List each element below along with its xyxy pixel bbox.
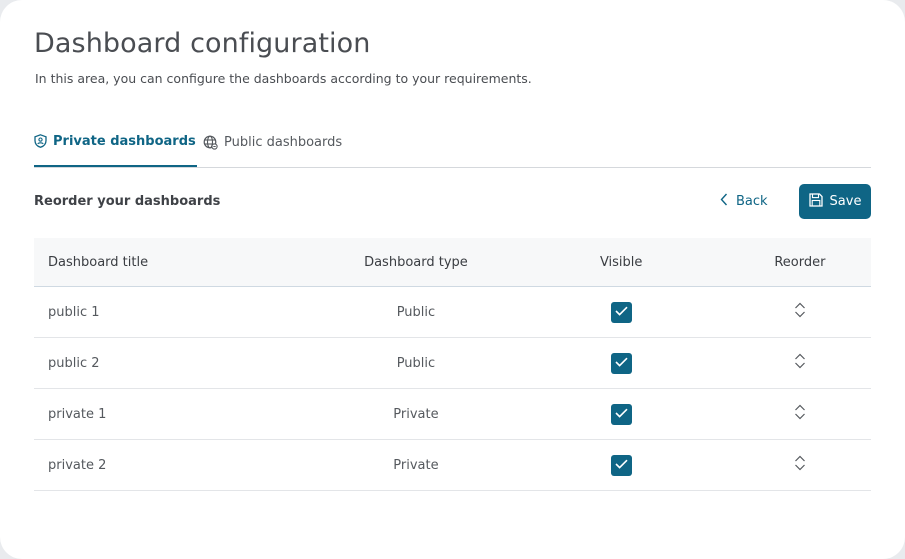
visible-checkbox[interactable]	[610, 301, 632, 323]
dashboard-type-cell: Public	[318, 286, 514, 338]
table-row: public 1 Public	[34, 286, 871, 338]
visible-cell	[513, 286, 729, 338]
tab-private-dashboards[interactable]: Private dashboards	[34, 125, 197, 167]
checkmark-icon	[615, 458, 628, 473]
table-row: public 2 Public	[34, 337, 871, 389]
checkmark-icon	[615, 305, 628, 320]
floppy-disk-icon	[808, 192, 823, 211]
section-title: Reorder your dashboards	[34, 194, 221, 209]
page-subtitle: In this area, you can configure the dash…	[35, 71, 532, 86]
column-header-reorder: Reorder	[728, 238, 871, 287]
tab-public-dashboards[interactable]: Public dashboards	[203, 125, 342, 167]
globe-icon	[203, 135, 218, 150]
visible-checkbox[interactable]	[610, 454, 632, 476]
dashboard-title-cell: public 2	[34, 337, 319, 389]
reorder-cell	[728, 439, 871, 491]
column-header-visible: Visible	[513, 238, 729, 287]
shield-user-icon	[34, 134, 47, 148]
dashboard-type-cell: Public	[318, 337, 514, 389]
save-button[interactable]: Save	[799, 184, 871, 219]
visible-cell	[513, 439, 729, 491]
checkmark-icon	[615, 356, 628, 371]
table-row: private 2 Private	[34, 439, 871, 491]
dashboard-title-cell: public 1	[34, 286, 319, 338]
checkmark-icon	[615, 407, 628, 422]
tab-bar: Private dashboards Public dashboards	[34, 125, 871, 168]
visible-cell	[513, 388, 729, 440]
reorder-handle[interactable]	[794, 455, 806, 475]
tab-public-label: Public dashboards	[224, 134, 343, 150]
reorder-handle[interactable]	[794, 353, 806, 373]
chevron-left-icon	[720, 193, 728, 210]
dashboard-title-cell: private 2	[34, 439, 319, 491]
reorder-handle[interactable]	[794, 302, 806, 322]
visible-cell	[513, 337, 729, 389]
visible-checkbox[interactable]	[610, 352, 632, 374]
table-header-row: Dashboard title Dashboard type Visible R…	[34, 238, 871, 287]
chevron-up-down-icon	[794, 302, 806, 322]
dashboard-type-cell: Private	[318, 439, 514, 491]
page-title: Dashboard configuration	[34, 28, 371, 59]
reorder-cell	[728, 337, 871, 389]
reorder-cell	[728, 286, 871, 338]
save-label: Save	[829, 194, 862, 209]
column-header-title: Dashboard title	[34, 238, 319, 287]
table-row: private 1 Private	[34, 388, 871, 440]
back-button[interactable]: Back	[716, 184, 772, 219]
back-label: Back	[736, 194, 768, 209]
chevron-up-down-icon	[794, 455, 806, 475]
tab-private-label: Private dashboards	[53, 133, 196, 149]
dashboard-type-cell: Private	[318, 388, 514, 440]
chevron-up-down-icon	[794, 353, 806, 373]
dashboards-table: Dashboard title Dashboard type Visible R…	[34, 238, 871, 491]
reorder-handle[interactable]	[794, 404, 806, 424]
configuration-card: Dashboard configuration In this area, yo…	[0, 0, 905, 559]
chevron-up-down-icon	[794, 404, 806, 424]
reorder-cell	[728, 388, 871, 440]
dashboard-title-cell: private 1	[34, 388, 319, 440]
visible-checkbox[interactable]	[610, 403, 632, 425]
column-header-type: Dashboard type	[318, 238, 514, 287]
